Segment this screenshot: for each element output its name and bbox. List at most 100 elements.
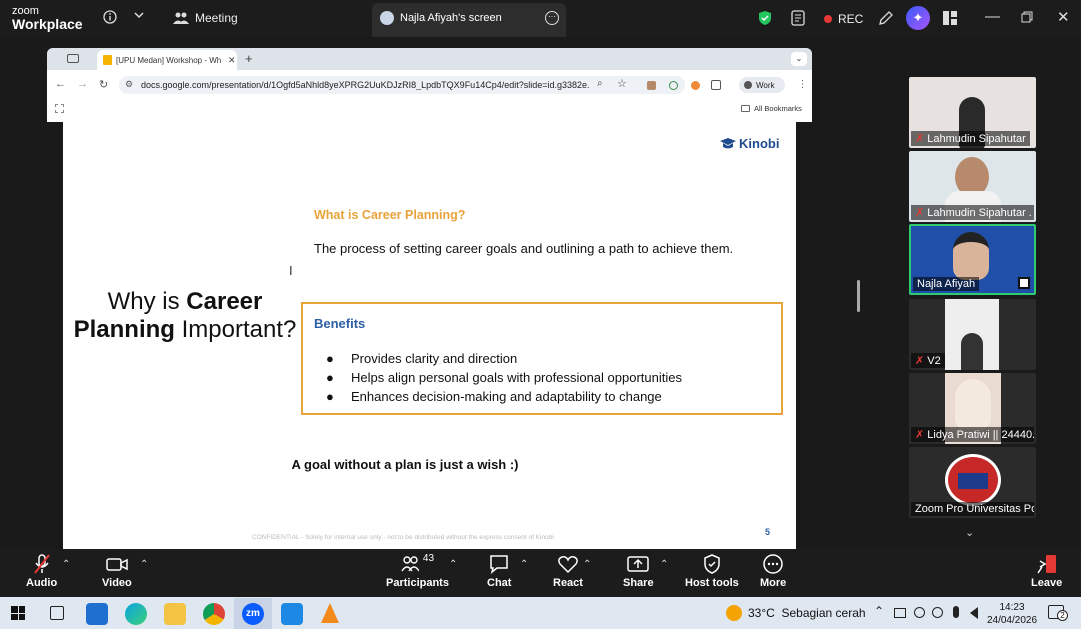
vlc-icon[interactable] (321, 603, 339, 623)
audio-button[interactable]: Audio (26, 553, 57, 589)
qr-code-icon (1018, 277, 1030, 289)
chevron-down-icon[interactable] (134, 10, 144, 20)
recording-indicator[interactable]: REC (824, 12, 863, 26)
share-options-chevron-icon[interactable]: ⌃ (660, 559, 668, 570)
close-icon[interactable]: ✕ (1057, 8, 1070, 26)
microphone-tray-icon[interactable] (953, 606, 959, 618)
tab-search-icon[interactable] (67, 54, 79, 63)
share-screen-icon (627, 553, 650, 577)
participant-tile[interactable]: ✗ V2 (909, 299, 1036, 370)
extension-icon-3[interactable] (691, 81, 700, 90)
clock[interactable]: 14:23 24/04/2026 (984, 601, 1040, 627)
zoom-top-bar: zoom Workplace Meeting Najla Afiyah's sc… (0, 0, 1081, 37)
share-button[interactable]: Share (623, 553, 654, 589)
chat-options-chevron-icon[interactable]: ⌃ (520, 559, 528, 570)
info-icon[interactable] (103, 10, 117, 24)
ai-companion-icon[interactable]: ✦ (906, 6, 930, 30)
extensions-puzzle-icon[interactable] (711, 80, 721, 90)
meeting-tab-label: Meeting (195, 11, 238, 25)
browser-tab-bar: [UPU Medan] Workshop - Wh ✕ + ⌄ (47, 48, 812, 70)
tab-list-chevron-icon[interactable]: ⌄ (791, 52, 807, 66)
show-hidden-icons-chevron-icon[interactable]: ⌃ (874, 604, 884, 618)
benefits-list: ● Provides clarity and direction ● Helps a… (326, 349, 682, 406)
volume-icon[interactable] (970, 607, 978, 619)
zoom-app-icon[interactable]: zm (234, 598, 272, 629)
minimize-icon[interactable]: — (985, 8, 1000, 25)
participant-tile[interactable]: Zoom Pro Universitas Po... (909, 447, 1036, 518)
video-options-chevron-icon[interactable]: ⌃ (140, 559, 148, 570)
more-options-icon[interactable]: ··· (545, 11, 559, 25)
back-icon[interactable]: ← (55, 78, 66, 90)
participant-tile[interactable]: ✗ Lahmudin Sipahutar . (909, 151, 1036, 222)
host-tools-button[interactable]: Host tools (685, 553, 739, 589)
avatar (955, 379, 991, 429)
participants-count: 43 (422, 553, 435, 564)
kinobi-logo-icon (720, 137, 736, 148)
file-explorer-icon[interactable] (164, 603, 186, 625)
extension-icon-1[interactable] (647, 81, 656, 90)
profile-avatar-icon (744, 81, 752, 89)
windows-start-icon[interactable] (11, 606, 25, 620)
participants-button[interactable]: 43 Participants (386, 553, 449, 589)
muted-mic-icon: ✗ (915, 355, 925, 367)
muted-mic-icon: ✗ (915, 429, 925, 441)
slides-favicon-icon (103, 55, 112, 65)
react-button[interactable]: React (553, 553, 583, 589)
benefits-heading: Benefits (314, 316, 366, 331)
media-player-icon[interactable] (281, 603, 303, 625)
question-answer: The process of setting career goals and … (314, 241, 734, 256)
page-number: 5 (765, 527, 771, 537)
profile-chip[interactable]: Work (739, 77, 785, 93)
chrome-browser-icon[interactable] (203, 603, 225, 625)
shield-icon (702, 553, 722, 577)
screen-share-tab[interactable]: Najla Afiyah's screen ··· (372, 3, 566, 37)
address-bar[interactable]: ⚙ docs.google.com/presentation/d/1Ogfd5a… (119, 76, 685, 94)
participant-name: ✗ V2 (911, 353, 945, 368)
zoom-lens-icon[interactable]: ⌕ (597, 78, 603, 89)
forward-icon[interactable]: → (77, 78, 88, 90)
browser-menu-icon[interactable]: ··· (797, 79, 808, 89)
browser-tab-active[interactable]: [UPU Medan] Workshop - Wh ✕ (97, 50, 237, 70)
notes-icon[interactable] (790, 10, 806, 26)
all-bookmarks[interactable]: All Bookmarks (741, 104, 802, 113)
gallery-scroll-down-icon[interactable]: ⌄ (965, 526, 974, 539)
site-info-icon[interactable]: ⚙ (125, 79, 133, 90)
participant-tile[interactable]: ✗ Lidya Pratiwi || 24440... (909, 373, 1036, 444)
security-shield-icon[interactable] (758, 10, 772, 26)
chat-button[interactable]: Chat (487, 553, 511, 589)
list-item: ● Enhances decision-making and adaptabili… (326, 389, 662, 404)
mic-muted-tray-icon[interactable] (932, 607, 943, 618)
browser-window: [UPU Medan] Workshop - Wh ✕ + ⌄ ← → ↻ ⚙ … (47, 48, 812, 122)
microsoft-store-icon[interactable] (86, 603, 108, 625)
meet-now-icon[interactable] (914, 607, 925, 618)
weather-widget[interactable]: 33°C Sebagian cerah (726, 605, 866, 621)
task-view-icon[interactable] (50, 606, 64, 620)
bookmark-star-icon[interactable]: ☆ (617, 77, 627, 90)
participant-name: ✗ Lidya Pratiwi || 24440... (911, 427, 1034, 442)
network-icon[interactable] (894, 608, 906, 618)
participants-options-chevron-icon[interactable]: ⌃ (449, 559, 457, 570)
layout-view-icon[interactable] (942, 10, 958, 26)
extension-icon-2[interactable] (669, 81, 678, 90)
heart-icon (557, 553, 579, 577)
audio-options-chevron-icon[interactable]: ⌃ (62, 559, 70, 570)
more-button[interactable]: More (760, 553, 786, 589)
edge-browser-icon[interactable] (125, 603, 147, 625)
react-options-chevron-icon[interactable]: ⌃ (583, 559, 591, 570)
question-heading: What is Career Planning? (314, 208, 466, 222)
apps-grid-icon[interactable] (55, 104, 64, 113)
meeting-tab[interactable]: Meeting (173, 11, 238, 25)
close-tab-icon[interactable]: ✕ (228, 55, 236, 66)
notifications-icon[interactable]: 2 (1048, 605, 1068, 621)
new-tab-icon[interactable]: + (245, 51, 253, 66)
participant-tile-active-speaker[interactable]: Najla Afiyah (909, 224, 1036, 295)
reload-icon[interactable]: ↻ (99, 78, 108, 91)
restore-icon[interactable] (1021, 10, 1033, 27)
video-button[interactable]: Video (102, 553, 132, 589)
split-drag-handle[interactable] (857, 280, 860, 312)
annotate-pencil-icon[interactable] (878, 10, 894, 26)
meeting-controls: Audio ⌃ Video ⌃ 43 Participants ⌃ Chat ⌃… (0, 549, 1081, 597)
zoom-logo: zoom Workplace (12, 5, 83, 32)
participant-tile[interactable]: ✗ Lahmudin Sipahutar (909, 77, 1036, 148)
leave-button[interactable]: Leave (1031, 553, 1062, 589)
